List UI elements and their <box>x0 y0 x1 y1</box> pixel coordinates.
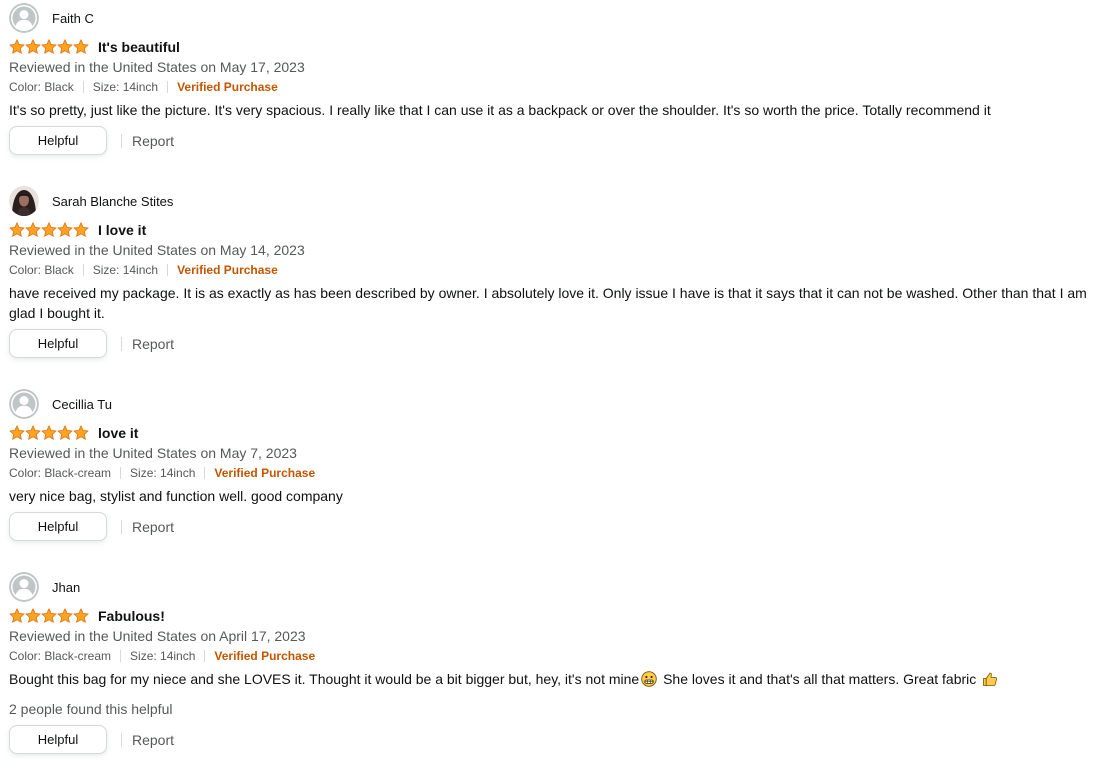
reviewer-profile[interactable]: Faith C <box>9 3 1101 33</box>
star-icon <box>9 425 25 440</box>
reviewer-name[interactable]: Cecillia Tu <box>52 397 112 412</box>
helpful-button[interactable]: Helpful <box>9 512 107 541</box>
report-link[interactable]: Report <box>132 336 174 352</box>
star-icon <box>41 39 57 54</box>
review-title[interactable]: I love it <box>98 222 146 238</box>
thumbs-up-icon <box>982 671 998 692</box>
color-attribute[interactable]: Color: Black-cream <box>9 463 111 483</box>
divider <box>121 519 122 534</box>
star-icon <box>25 608 41 623</box>
review-date: Reviewed in the United States on May 7, … <box>9 445 297 461</box>
star-rating[interactable] <box>9 39 89 55</box>
divider <box>121 732 122 747</box>
star-icon <box>25 39 41 54</box>
review-date: Reviewed in the United States on May 17,… <box>9 59 305 75</box>
star-icon <box>25 425 41 440</box>
reviewer-name[interactable]: Sarah Blanche Stites <box>52 194 173 209</box>
size-attribute[interactable]: Size: 14inch <box>130 463 195 483</box>
format-strip: Color: Black-cream Size: 14inch Verified… <box>9 463 1101 483</box>
star-icon <box>41 222 57 237</box>
star-icon <box>9 39 25 54</box>
format-strip: Color: Black Size: 14inch Verified Purch… <box>9 77 1101 97</box>
helpful-button[interactable]: Helpful <box>9 329 107 358</box>
grimacing-face-icon <box>641 671 657 692</box>
reviewer-name[interactable]: Jhan <box>52 580 80 595</box>
report-link[interactable]: Report <box>132 133 174 149</box>
verified-purchase-badge: Verified Purchase <box>177 80 278 94</box>
review-title[interactable]: It's beautiful <box>98 39 180 55</box>
review-body-text: Bought this bag for my niece and she LOV… <box>9 671 640 687</box>
format-strip: Color: Black-cream Size: 14inch Verified… <box>9 646 1101 666</box>
helpful-button[interactable]: Helpful <box>9 126 107 155</box>
divider <box>120 650 122 662</box>
color-attribute[interactable]: Color: Black <box>9 77 74 97</box>
helpful-button[interactable]: Helpful <box>9 725 107 754</box>
star-rating[interactable] <box>9 222 89 238</box>
review-body: It's so pretty, just like the picture. I… <box>9 102 991 118</box>
star-icon <box>73 608 89 623</box>
verified-purchase-badge: Verified Purchase <box>214 649 316 663</box>
verified-purchase-badge: Verified Purchase <box>214 466 316 480</box>
divider <box>82 81 84 93</box>
reviewer-profile[interactable]: Cecillia Tu <box>9 389 1101 419</box>
review-item: Cecillia Tu love it Reviewed in the Unit… <box>9 389 1101 541</box>
review-body: Bought this bag for my niece and she LOV… <box>9 669 1101 692</box>
star-icon <box>73 425 89 440</box>
divider <box>82 264 84 276</box>
divider <box>121 336 122 351</box>
review-body: very nice bag, stylist and function well… <box>9 488 343 504</box>
size-attribute[interactable]: Size: 14inch <box>93 77 158 97</box>
format-strip: Color: Black Size: 14inch Verified Purch… <box>9 260 1101 280</box>
star-icon <box>9 222 25 237</box>
star-icon <box>9 608 25 623</box>
review-body-text: She loves it and that's all that matters… <box>663 671 977 687</box>
star-icon <box>41 425 57 440</box>
size-attribute[interactable]: Size: 14inch <box>130 646 195 666</box>
review-title[interactable]: love it <box>98 425 138 441</box>
reviewer-profile[interactable]: Jhan <box>9 572 1101 602</box>
default-avatar-icon <box>9 3 39 33</box>
review-date: Reviewed in the United States on April 1… <box>9 628 306 644</box>
review-item: Faith C It's beautiful Reviewed in the U… <box>9 3 1101 155</box>
user-photo-avatar <box>9 186 39 216</box>
color-attribute[interactable]: Color: Black-cream <box>9 646 111 666</box>
star-icon <box>57 425 73 440</box>
size-attribute[interactable]: Size: 14inch <box>93 260 158 280</box>
review-body: have received my package. It is as exact… <box>9 285 1087 321</box>
divider <box>204 467 206 479</box>
divider <box>204 650 206 662</box>
star-icon <box>73 39 89 54</box>
default-avatar-icon <box>9 389 39 419</box>
default-avatar-icon <box>9 572 39 602</box>
divider <box>121 133 122 148</box>
reviewer-profile[interactable]: Sarah Blanche Stites <box>9 186 1101 216</box>
report-link[interactable]: Report <box>132 519 174 535</box>
star-icon <box>57 608 73 623</box>
report-link[interactable]: Report <box>132 732 174 748</box>
review-item: Sarah Blanche Stites I love it Reviewed … <box>9 186 1101 358</box>
reviewer-name[interactable]: Faith C <box>52 11 94 26</box>
helpful-count: 2 people found this helpful <box>9 701 173 717</box>
review-date: Reviewed in the United States on May 14,… <box>9 242 305 258</box>
color-attribute[interactable]: Color: Black <box>9 260 74 280</box>
star-icon <box>41 608 57 623</box>
divider <box>120 467 122 479</box>
star-rating[interactable] <box>9 608 89 624</box>
star-rating[interactable] <box>9 425 89 441</box>
star-icon <box>57 39 73 54</box>
star-icon <box>57 222 73 237</box>
divider <box>167 81 169 93</box>
review-item: Jhan Fabulous! Reviewed in the United St… <box>9 572 1101 754</box>
divider <box>167 264 169 276</box>
star-icon <box>25 222 41 237</box>
star-icon <box>73 222 89 237</box>
verified-purchase-badge: Verified Purchase <box>177 263 278 277</box>
review-title[interactable]: Fabulous! <box>98 608 165 624</box>
